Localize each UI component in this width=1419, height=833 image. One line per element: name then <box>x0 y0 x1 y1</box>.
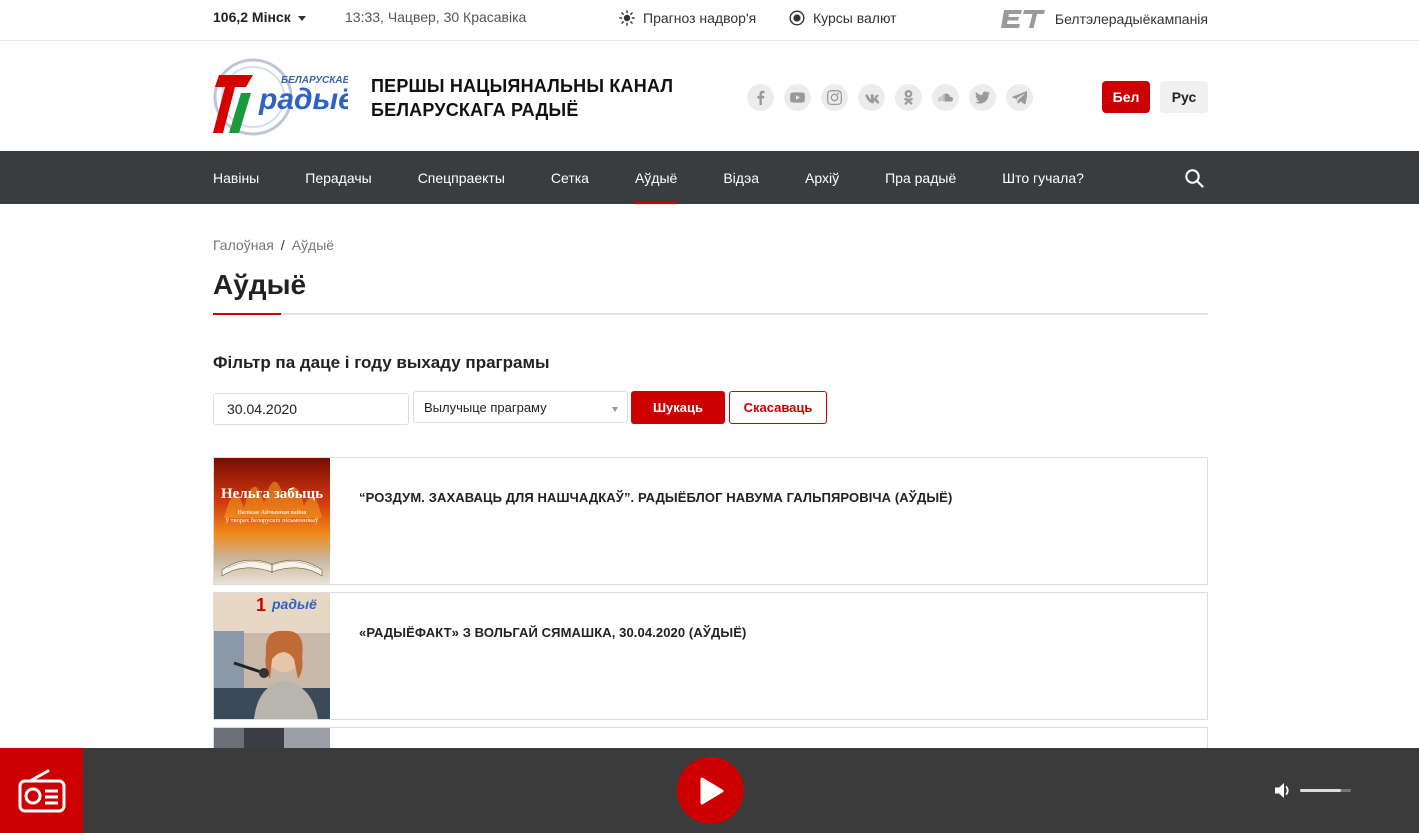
lang-ru-button[interactable]: Рус <box>1160 81 1208 113</box>
weather-link[interactable]: Прагноз надвор'я <box>619 10 756 26</box>
play-icon <box>700 777 723 804</box>
audio-item-title[interactable]: «РАДЫЁФАКТ» З ВОЛЬГАЙ СЯМАШКА, 30.04.202… <box>359 625 746 640</box>
telegram-icon <box>1012 90 1027 105</box>
twitter-link[interactable] <box>969 84 996 111</box>
nav-item-programs[interactable]: Перадачы <box>305 151 371 204</box>
instagram-link[interactable] <box>821 84 848 111</box>
title-divider <box>213 313 1208 315</box>
nav-item-video[interactable]: Відэа <box>723 151 759 204</box>
nav-item-schedule[interactable]: Сетка <box>551 151 589 204</box>
radio-icon <box>18 769 65 812</box>
twitter-icon <box>975 91 990 104</box>
search-icon[interactable] <box>1184 168 1204 188</box>
breadcrumb-separator: / <box>280 237 285 253</box>
frequency-label: 106,2 Мінск <box>213 9 291 25</box>
logo-main-text: радыё <box>258 83 348 116</box>
site-title-line2: БЕЛАРУСКАГА РАДЫЁ <box>371 100 579 120</box>
thumb-heading: Нельга забыць <box>221 486 323 502</box>
thumb-logo-text: радыё <box>271 596 317 612</box>
volume-icon[interactable] <box>1274 782 1292 799</box>
weather-label: Прагноз надвор'я <box>643 10 757 26</box>
caret-down-icon <box>297 15 306 21</box>
thumb-logo-number: 1 <box>256 595 266 615</box>
top-bar: 106,2 Мінск 13:33, Чацвер, 30 Красавіка … <box>0 0 1419 41</box>
sun-icon <box>619 10 635 26</box>
radio-menu-button[interactable] <box>0 748 83 833</box>
audio-thumbnail[interactable]: 1 радыё <box>214 593 330 719</box>
audio-thumbnail[interactable]: Нельга забыць Вялікая Айчынная вайна ў т… <box>214 458 330 584</box>
facebook-link[interactable] <box>747 84 774 111</box>
cancel-button[interactable]: Скасаваць <box>729 391 827 424</box>
radio-logo-icon: БЕЛАРУСКАЕ радыё <box>213 58 355 136</box>
radio-player <box>0 748 1419 833</box>
nav-item-what-played[interactable]: Што гучала? <box>1002 151 1084 204</box>
soundcloud-link[interactable] <box>932 84 959 111</box>
play-button[interactable] <box>677 757 744 824</box>
volume-slider[interactable] <box>1300 789 1351 792</box>
vk-icon <box>865 94 879 104</box>
btrc-link[interactable]: Белтэлерадыёкампанія <box>1000 8 1208 30</box>
audio-list-item[interactable]: 1 радыё «РАДЫЁФАКТ» З ВОЛЬГАЙ СЯМАШКА, 3… <box>213 592 1208 720</box>
site-logo[interactable]: БЕЛАРУСКАЕ радыё <box>213 57 355 137</box>
frequency-selector[interactable]: 106,2 Мінск <box>213 9 306 25</box>
site-header: БЕЛАРУСКАЕ радыё ПЕРШЫ НАЦЫЯНАЛЬНЫ КАНАЛ… <box>0 41 1419 151</box>
instagram-icon <box>827 90 842 105</box>
rates-label: Курсы валют <box>813 10 897 26</box>
currency-rates-link[interactable]: Курсы валют <box>789 10 897 26</box>
nav-item-news[interactable]: Навіны <box>213 151 259 204</box>
main-nav: Навіны Перадачы Спецпраекты Сетка Аўдыё … <box>0 151 1419 204</box>
page-title: Аўдыё <box>213 269 307 300</box>
youtube-link[interactable] <box>784 84 811 111</box>
coin-icon <box>789 10 805 26</box>
chevron-down-icon <box>612 407 618 412</box>
volume-slider-fill <box>1300 789 1341 792</box>
lang-be-button[interactable]: Бел <box>1102 81 1150 113</box>
thumb-line2: ў творах беларускіх пісьменнікаў <box>226 517 319 524</box>
program-select[interactable]: Вылучыце праграму <box>413 391 628 423</box>
thumb-line1: Вялікая Айчынная вайна <box>238 509 307 516</box>
btrc-logo-icon <box>1000 10 1045 28</box>
site-title-line1: ПЕРШЫ НАЦЫЯНАЛЬНЫ КАНАЛ <box>371 76 674 96</box>
youtube-icon <box>790 92 805 103</box>
soundcloud-icon <box>938 93 953 102</box>
program-select-placeholder: Вылучыце праграму <box>424 399 547 415</box>
nav-item-special-projects[interactable]: Спецпраекты <box>418 151 505 204</box>
facebook-icon <box>757 90 765 105</box>
nav-item-about[interactable]: Пра радыё <box>885 151 956 204</box>
filter-heading: Фільтр па даце і году выхаду праграмы <box>213 353 550 372</box>
title-accent <box>213 313 281 315</box>
search-button[interactable]: Шукаць <box>631 391 725 424</box>
breadcrumb: Галоўная / Аўдыё <box>213 237 334 253</box>
site-title: ПЕРШЫ НАЦЫЯНАЛЬНЫ КАНАЛ БЕЛАРУСКАГА РАДЫ… <box>371 74 673 122</box>
audio-item-title[interactable]: “РОЗДУМ. ЗАХАВАЦЬ ДЛЯ НАШЧАДКАЎ”. РАДЫЁБ… <box>359 490 952 505</box>
date-field[interactable] <box>213 393 409 425</box>
breadcrumb-current: Аўдыё <box>291 237 335 253</box>
telegram-link[interactable] <box>1006 84 1033 111</box>
nav-item-audio[interactable]: Аўдыё <box>634 151 678 204</box>
nav-item-archive[interactable]: Архіў <box>805 151 839 204</box>
audio-list-item[interactable]: Нельга забыць Вялікая Айчынная вайна ў т… <box>213 457 1208 585</box>
vk-link[interactable] <box>858 84 885 111</box>
odnoklassniki-link[interactable] <box>895 84 922 111</box>
book-fire-image: Нельга забыць Вялікая Айчынная вайна ў т… <box>214 458 330 584</box>
social-links <box>747 84 1043 111</box>
odnoklassniki-icon <box>904 90 913 105</box>
host-photo-image: 1 радыё <box>214 593 330 719</box>
breadcrumb-home[interactable]: Галоўная <box>213 237 274 253</box>
company-label: Белтэлерадыёкампанія <box>1054 11 1208 27</box>
current-datetime: 13:33, Чацвер, 30 Красавіка <box>345 9 527 25</box>
